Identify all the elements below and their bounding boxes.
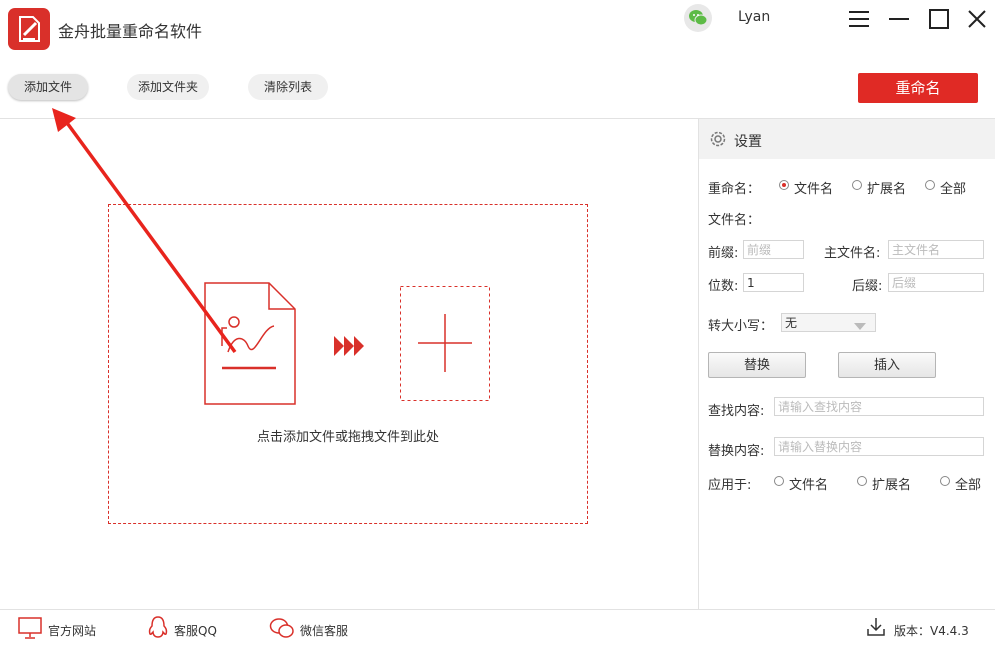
case-label: 转大小写： bbox=[708, 319, 774, 334]
menu-icon[interactable] bbox=[846, 6, 872, 32]
gear-icon bbox=[708, 129, 728, 153]
find-label: 查找内容: bbox=[708, 404, 765, 419]
apply-option-label[interactable]: 文件名 bbox=[789, 474, 828, 493]
chevron-down-icon bbox=[854, 319, 866, 334]
main-name-label: 主文件名: bbox=[824, 246, 881, 261]
case-select-value: 无 bbox=[785, 316, 798, 330]
suffix-input[interactable]: 后缀 bbox=[888, 273, 984, 292]
rename-option-label[interactable]: 全部 bbox=[940, 178, 966, 197]
qq-icon[interactable] bbox=[148, 616, 168, 644]
close-icon[interactable] bbox=[964, 6, 990, 32]
add-folder-button[interactable]: 添加文件夹 bbox=[127, 74, 209, 100]
app-title: 金舟批量重命名软件 bbox=[58, 22, 203, 41]
main-name-input[interactable]: 主文件名 bbox=[888, 240, 984, 259]
drop-hint-text: 点击添加文件或拖拽文件到此处 bbox=[256, 430, 439, 445]
wechat-service-link[interactable]: 微信客服 bbox=[300, 622, 348, 639]
suffix-label: 后缀: bbox=[852, 279, 883, 294]
rename-extension-radio[interactable] bbox=[852, 180, 862, 190]
apply-all-radio[interactable] bbox=[940, 476, 950, 486]
rename-filename-radio[interactable] bbox=[779, 180, 789, 190]
replace-button[interactable]: 替换 bbox=[708, 352, 806, 378]
replace-content-label: 替换内容: bbox=[708, 444, 765, 459]
version-text: 版本：V4.4.3 bbox=[894, 624, 969, 638]
minimize-icon[interactable] bbox=[886, 6, 912, 32]
add-plus-icon[interactable] bbox=[400, 286, 490, 406]
user-name[interactable]: Lyan bbox=[738, 9, 770, 25]
filename-label: 文件名： bbox=[708, 213, 761, 228]
settings-title: 设置 bbox=[734, 134, 762, 150]
add-file-button[interactable]: 添加文件 bbox=[8, 74, 88, 100]
prefix-label: 前缀: bbox=[708, 246, 739, 261]
qq-service-link[interactable]: 客服QQ bbox=[174, 622, 217, 639]
arrows-icon bbox=[333, 334, 367, 362]
apply-filename-radio[interactable] bbox=[774, 476, 784, 486]
apply-extension-radio[interactable] bbox=[857, 476, 867, 486]
divider bbox=[698, 118, 699, 609]
annotation-arrow bbox=[50, 108, 240, 362]
clear-list-button[interactable]: 清除列表 bbox=[248, 74, 328, 100]
app-logo-icon bbox=[8, 8, 50, 50]
apply-label: 应用于: bbox=[708, 478, 752, 493]
replace-content-input[interactable]: 请输入替换内容 bbox=[774, 437, 984, 456]
apply-option-label[interactable]: 扩展名 bbox=[872, 474, 911, 493]
apply-option-label[interactable]: 全部 bbox=[955, 474, 981, 493]
digits-input[interactable]: 1 bbox=[743, 273, 804, 292]
maximize-icon[interactable] bbox=[926, 6, 952, 32]
wechat-service-icon[interactable] bbox=[269, 617, 295, 643]
divider bbox=[0, 609, 995, 610]
prefix-input[interactable]: 前缀 bbox=[743, 240, 804, 259]
find-input[interactable]: 请输入查找内容 bbox=[774, 397, 984, 416]
rename-button[interactable]: 重命名 bbox=[858, 73, 978, 103]
digits-label: 位数: bbox=[708, 279, 739, 294]
download-icon[interactable] bbox=[866, 617, 886, 641]
rename-option-label[interactable]: 扩展名 bbox=[867, 178, 906, 197]
website-link[interactable]: 官方网站 bbox=[48, 622, 96, 639]
rename-option-label[interactable]: 文件名 bbox=[794, 178, 833, 197]
rename-all-radio[interactable] bbox=[925, 180, 935, 190]
monitor-icon[interactable] bbox=[18, 617, 42, 643]
rename-label: 重命名： bbox=[708, 182, 761, 197]
insert-button[interactable]: 插入 bbox=[838, 352, 936, 378]
wechat-icon[interactable] bbox=[684, 4, 712, 32]
